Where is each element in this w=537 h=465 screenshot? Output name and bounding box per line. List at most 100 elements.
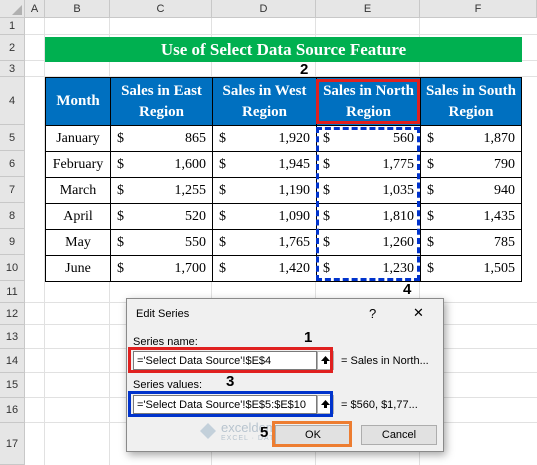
- currency-symbol: $: [427, 208, 434, 224]
- row-header[interactable]: 7: [0, 177, 25, 203]
- cancel-button[interactable]: Cancel: [361, 425, 437, 445]
- cell-west[interactable]: $1,945: [212, 151, 317, 178]
- column-header-d[interactable]: D: [212, 0, 316, 18]
- row-header[interactable]: 13: [0, 325, 25, 349]
- cell-value: 1,870: [483, 130, 516, 146]
- cell-south[interactable]: $1,870: [420, 125, 522, 152]
- cell-east[interactable]: $1,255: [110, 177, 213, 204]
- header-west[interactable]: Sales in West Region: [212, 77, 317, 126]
- header-east[interactable]: Sales in East Region: [110, 77, 213, 126]
- currency-symbol: $: [219, 260, 226, 276]
- cell-value: 1,255: [174, 182, 207, 198]
- currency-symbol: $: [117, 234, 124, 250]
- row-header[interactable]: 10: [0, 255, 25, 281]
- cell-west[interactable]: $1,420: [212, 255, 317, 282]
- row-header[interactable]: 3: [0, 61, 25, 77]
- step-marker-4: 4: [403, 281, 412, 298]
- cell-month[interactable]: February: [45, 151, 111, 178]
- dialog-title: Edit Series: [136, 308, 190, 320]
- cell-value: 790: [494, 156, 515, 172]
- highlight-series-values-input: [128, 391, 333, 417]
- cell-east[interactable]: $865: [110, 125, 213, 152]
- cell-value: 1,765: [278, 234, 311, 250]
- cell-value: 1,700: [174, 260, 207, 276]
- column-header-a[interactable]: A: [25, 0, 45, 18]
- gridline: [25, 34, 537, 35]
- cell-month-text: January: [56, 130, 100, 146]
- cell-south[interactable]: $785: [420, 229, 522, 256]
- row-header[interactable]: 16: [0, 398, 25, 423]
- step-marker-2: 2: [300, 61, 309, 78]
- cell-month-text: February: [52, 156, 104, 172]
- cell-month-text: June: [65, 260, 91, 276]
- cell-month[interactable]: June: [45, 255, 111, 282]
- cell-month[interactable]: March: [45, 177, 111, 204]
- cell-value: 1,190: [278, 182, 311, 198]
- cell-value: 1,505: [483, 260, 516, 276]
- cell-west[interactable]: $1,765: [212, 229, 317, 256]
- currency-symbol: $: [427, 156, 434, 172]
- cell-west[interactable]: $1,190: [212, 177, 317, 204]
- cell-east[interactable]: $520: [110, 203, 213, 230]
- cell-month[interactable]: January: [45, 125, 111, 152]
- cell-south[interactable]: $1,505: [420, 255, 522, 282]
- row-header[interactable]: 1: [0, 18, 25, 35]
- step-marker-3: 3: [226, 373, 235, 390]
- currency-symbol: $: [427, 130, 434, 146]
- cell-south[interactable]: $940: [420, 177, 522, 204]
- select-all-corner[interactable]: [0, 0, 25, 18]
- row-header[interactable]: 12: [0, 303, 25, 325]
- highlight-series-values-range: [316, 127, 420, 281]
- series-values-label: Series values:: [133, 379, 203, 391]
- column-header-c[interactable]: C: [110, 0, 212, 18]
- row-header[interactable]: 15: [0, 373, 25, 398]
- cell-value: 940: [494, 182, 515, 198]
- cell-value: 1,420: [278, 260, 311, 276]
- row-header[interactable]: 9: [0, 229, 25, 255]
- row-header[interactable]: 2: [0, 35, 25, 61]
- cell-value: 785: [494, 234, 515, 250]
- header-month[interactable]: Month: [45, 77, 111, 126]
- header-south[interactable]: Sales in South Region: [420, 77, 522, 126]
- currency-symbol: $: [219, 208, 226, 224]
- cell-month-text: May: [65, 234, 91, 250]
- highlight-series-name-input: [128, 347, 333, 373]
- cell-value: 1,435: [483, 208, 516, 224]
- row-header[interactable]: 5: [0, 125, 25, 151]
- currency-symbol: $: [219, 156, 226, 172]
- highlight-ok-button: [272, 421, 352, 447]
- cell-month-text: March: [59, 182, 97, 198]
- row-header[interactable]: 6: [0, 151, 25, 177]
- currency-symbol: $: [117, 156, 124, 172]
- series-values-preview: = $560, $1,77...: [341, 399, 418, 411]
- column-header-f[interactable]: F: [420, 0, 537, 18]
- row-header[interactable]: 4: [0, 77, 25, 125]
- cell-value: 1,090: [278, 208, 311, 224]
- cell-month[interactable]: April: [45, 203, 111, 230]
- currency-symbol: $: [427, 234, 434, 250]
- cell-east[interactable]: $1,600: [110, 151, 213, 178]
- help-button[interactable]: ?: [369, 306, 376, 321]
- cell-west[interactable]: $1,090: [212, 203, 317, 230]
- cell-month[interactable]: May: [45, 229, 111, 256]
- highlight-series-name-cell: [316, 79, 420, 124]
- cell-south[interactable]: $790: [420, 151, 522, 178]
- close-icon[interactable]: ✕: [413, 305, 424, 321]
- cell-east[interactable]: $1,700: [110, 255, 213, 282]
- cell-value: 520: [185, 208, 206, 224]
- series-name-preview: = Sales in North...: [341, 355, 429, 367]
- column-header-b[interactable]: B: [45, 0, 110, 18]
- row-header[interactable]: 8: [0, 203, 25, 229]
- currency-symbol: $: [117, 182, 124, 198]
- row-header[interactable]: 11: [0, 281, 25, 303]
- cell-value: 865: [185, 130, 206, 146]
- currency-symbol: $: [427, 182, 434, 198]
- cell-west[interactable]: $1,920: [212, 125, 317, 152]
- cell-east[interactable]: $550: [110, 229, 213, 256]
- column-header-e[interactable]: E: [316, 0, 420, 18]
- currency-symbol: $: [427, 260, 434, 276]
- row-header[interactable]: 17: [0, 423, 25, 465]
- row-header[interactable]: 14: [0, 349, 25, 373]
- cell-south[interactable]: $1,435: [420, 203, 522, 230]
- currency-symbol: $: [117, 130, 124, 146]
